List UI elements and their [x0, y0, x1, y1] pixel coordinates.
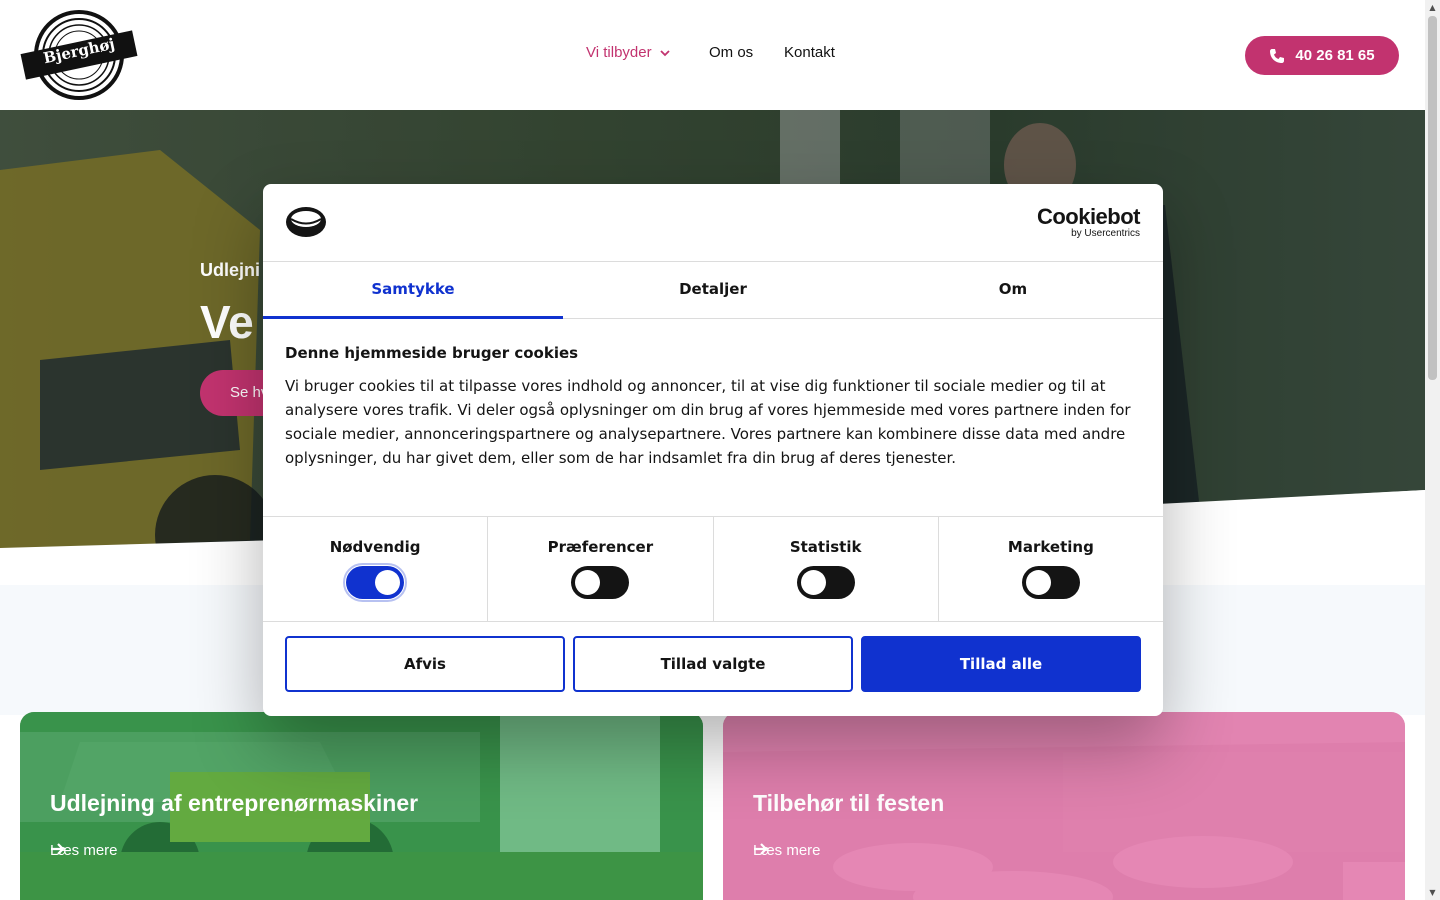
toggle-preferences: Præferencer: [488, 517, 714, 621]
preferences-switch[interactable]: [571, 566, 630, 599]
dialog-tabs: Samtykke Detaljer Om: [263, 262, 1163, 319]
arrow-right-icon: [51, 843, 65, 855]
marketing-switch[interactable]: [1021, 566, 1080, 599]
switch-knob: [1025, 570, 1051, 595]
nav-item-vi-tilbyder[interactable]: Vi tilbyder: [586, 44, 670, 61]
card-title: Tilbehør til festen: [753, 790, 945, 816]
hero-kicker: Udlejni: [200, 260, 261, 280]
scrollbar-thumb[interactable]: [1428, 16, 1437, 380]
cookiebot-sub: by Usercentrics: [1071, 228, 1140, 239]
toggle-statistics: Statistik: [714, 517, 939, 621]
read-more-link[interactable]: Læs mere: [50, 842, 118, 859]
nav-label: Vi tilbyder: [586, 44, 652, 61]
dialog-body: Denne hjemmeside bruger cookies Vi bruge…: [285, 344, 1145, 470]
switch-knob: [375, 570, 401, 595]
toggle-necessary: Nødvendig: [263, 517, 489, 621]
nav-item-kontakt[interactable]: Kontakt: [784, 44, 835, 61]
arrow-right-icon: [754, 843, 768, 855]
dialog-description: Vi bruger cookies til at tilpasse vores …: [285, 377, 1131, 467]
toggle-label: Præferencer: [547, 538, 654, 556]
necessary-switch[interactable]: [343, 563, 408, 602]
cookie-consent-dialog: Cookiebot by Usercentrics Samtykke Detal…: [263, 184, 1163, 716]
toggle-label: Nødvendig: [329, 538, 421, 556]
reject-button[interactable]: Afvis: [285, 636, 565, 692]
hero-title: Ve: [200, 296, 254, 348]
site-header: Bjerghøj Vi tilbyder Om os Kontakt 40 26…: [0, 0, 1425, 110]
site-brand-icon: [286, 207, 326, 237]
nav-label: Kontakt: [784, 44, 835, 61]
scroll-down-icon[interactable]: ▼: [1428, 888, 1437, 897]
read-more-link[interactable]: Læs mere: [753, 842, 821, 859]
nav-item-om-os[interactable]: Om os: [709, 44, 753, 61]
site-logo[interactable]: Bjerghøj: [20, 10, 138, 100]
dialog-heading: Denne hjemmeside bruger cookies: [285, 344, 579, 362]
statistics-switch[interactable]: [796, 566, 855, 599]
toggle-label: Marketing: [1007, 538, 1094, 556]
tab-samtykke[interactable]: Samtykke: [263, 262, 563, 319]
tab-om[interactable]: Om: [863, 262, 1163, 318]
card-title: Udlejning af entreprenørmaskiner: [50, 790, 419, 816]
phone-icon: [1270, 48, 1285, 63]
toggle-marketing: Marketing: [939, 517, 1163, 621]
card-machine-rental[interactable]: Udlejning af entreprenørmaskiner Læs mer…: [20, 712, 703, 900]
consent-toggles: Nødvendig Præferencer Statistik Marketin…: [263, 516, 1163, 622]
dialog-actions: Afvis Tillad valgte Tillad alle: [285, 636, 1141, 692]
dialog-header: Cookiebot by Usercentrics: [263, 184, 1163, 262]
card-party-accessories[interactable]: Tilbehør til festen Læs mere: [723, 712, 1405, 900]
chevron-down-icon: [659, 49, 670, 56]
allow-all-button[interactable]: Tillad alle: [861, 636, 1141, 692]
switch-knob: [575, 570, 601, 595]
scroll-up-icon[interactable]: ▲: [1428, 3, 1437, 12]
cookiebot-logo[interactable]: Cookiebot by Usercentrics: [1036, 204, 1141, 239]
tab-detaljer[interactable]: Detaljer: [563, 262, 863, 318]
phone-number: 40 26 81 65: [1295, 47, 1375, 64]
switch-knob: [800, 570, 826, 595]
cookiebot-name: Cookiebot: [1036, 204, 1141, 229]
toggle-label: Statistik: [789, 538, 862, 556]
nav-label: Om os: [709, 44, 754, 61]
allow-selected-button[interactable]: Tillad valgte: [573, 636, 853, 692]
page-scrollbar[interactable]: ▲ ▼: [1425, 0, 1440, 900]
phone-button[interactable]: 40 26 81 65: [1245, 36, 1399, 75]
